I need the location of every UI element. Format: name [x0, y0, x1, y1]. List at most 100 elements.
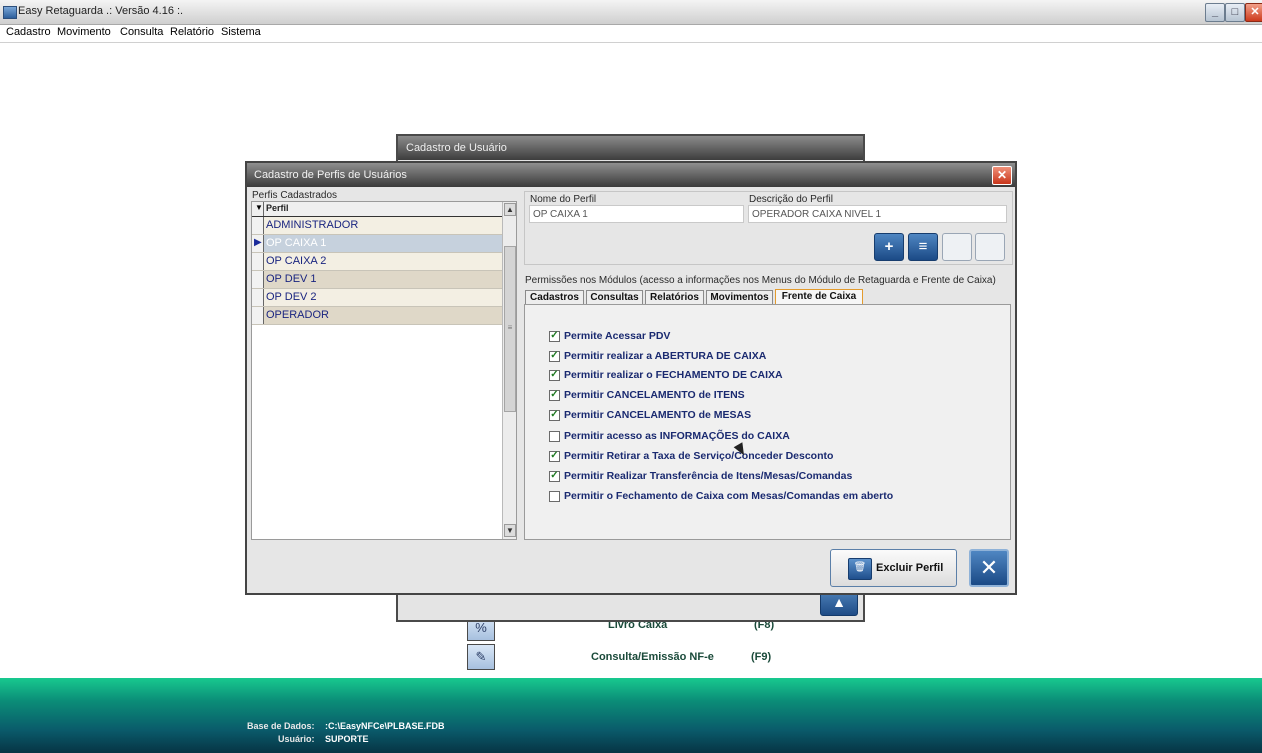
check-icon: ✓	[550, 409, 559, 420]
grid-scrollbar[interactable]: ▲ ≡ ▼	[502, 202, 516, 539]
perfis-dialog: Cadastro de Perfis de Usuários ✕ Perfis …	[245, 161, 1017, 595]
cadastro-usuario-title: Cadastro de Usuário	[406, 142, 507, 154]
plus-icon: +	[884, 238, 894, 255]
row-indicator	[252, 253, 264, 270]
dialog-close-button[interactable]: ✕	[992, 166, 1012, 185]
trash-icon: 🗑	[848, 558, 872, 580]
scroll-up-button[interactable]: ▲	[504, 203, 516, 216]
chevron-up-icon: ▲	[506, 205, 514, 214]
permission-label: Permitir CANCELAMENTO de ITENS	[564, 389, 745, 401]
scroll-down-button[interactable]: ▼	[504, 524, 516, 537]
tab-cadastros[interactable]: Cadastros	[525, 290, 584, 304]
tab-frente-de-caixa[interactable]: Frente de Caixa	[775, 289, 863, 304]
check-icon: ✓	[550, 450, 559, 461]
checkbox-unchecked[interactable]	[549, 491, 560, 502]
cancel-profile-button[interactable]	[975, 233, 1005, 261]
row-indicator	[252, 289, 264, 306]
profile-cell: OP DEV 1	[266, 273, 317, 285]
save-profile-button[interactable]	[942, 233, 972, 261]
consulta-nfe-shortcut[interactable]: ✎	[467, 644, 495, 670]
row-indicator	[252, 271, 264, 288]
tools-icon: ✕	[979, 555, 999, 580]
check-icon: ✓	[550, 470, 559, 481]
tab-movimentos[interactable]: Movimentos	[706, 290, 773, 304]
list-icon: ≡	[918, 238, 928, 255]
checkbox[interactable]: ✓	[549, 350, 560, 362]
profile-cell: OP DEV 2	[266, 291, 317, 303]
grip-icon: ≡	[507, 323, 513, 332]
table-row[interactable]: OP DEV 2	[252, 289, 502, 307]
menu-movimento[interactable]: Movimento	[57, 26, 111, 38]
check-icon: ✓	[550, 389, 559, 400]
consulta-nfe-key: (F9)	[751, 651, 772, 663]
perfil-column-header[interactable]: Perfil	[266, 203, 289, 213]
table-row[interactable]: ADMINISTRADOR	[252, 217, 502, 235]
grid-header: ▼ Perfil	[252, 202, 502, 217]
perfis-title: Cadastro de Perfis de Usuários	[254, 169, 407, 181]
tab-label: Movimentos	[710, 292, 769, 303]
current-row-icon: ▶	[254, 237, 262, 248]
cadastro-usuario-titlebar: Cadastro de Usuário	[398, 136, 863, 160]
check-icon: ✓	[550, 350, 559, 361]
row-indicator: ▶	[252, 235, 264, 252]
check-icon: ✓	[550, 369, 559, 380]
add-profile-button[interactable]: +	[874, 233, 904, 261]
tab-label: Relatórios	[650, 292, 699, 303]
profile-cell: OP CAIXA 1	[266, 237, 327, 249]
minimize-icon: _	[1211, 6, 1219, 18]
close-icon: ✕	[996, 168, 1008, 182]
chevron-down-icon: ▼	[506, 526, 514, 535]
usuario-value: SUPORTE	[325, 734, 369, 744]
permissoes-label: Permissões nos Módulos (acesso a informa…	[525, 275, 996, 286]
descricao-perfil-value: OPERADOR CAIXA NIVEL 1	[752, 209, 882, 220]
menu-sistema[interactable]: Sistema	[221, 26, 261, 38]
permission-label: Permitir realizar o FECHAMENTO DE CAIXA	[564, 369, 783, 381]
menu-relatorio[interactable]: Relatório	[170, 26, 214, 38]
permission-label: Permitir Retirar a Taxa de Serviço/Conce…	[564, 450, 834, 462]
status-bar: Base de Dados: :C:\EasyNFCe\PLBASE.FDB U…	[0, 678, 1262, 753]
profiles-grid[interactable]: ▼ Perfil ADMINISTRADOR ▶ OP CAIXA 1 OP C…	[251, 201, 517, 540]
edit-profile-button[interactable]: ≡	[908, 233, 938, 261]
checkbox[interactable]: ✓	[549, 470, 560, 482]
scroll-thumb[interactable]: ≡	[504, 246, 516, 412]
frente-de-caixa-panel: ✓ Permite Acessar PDV ✓ Permitir realiza…	[524, 304, 1011, 540]
base-dados-value: :C:\EasyNFCe\PLBASE.FDB	[325, 721, 445, 731]
checkbox[interactable]: ✓	[549, 369, 560, 381]
maximize-button[interactable]: □	[1225, 3, 1245, 22]
checkbox-unchecked[interactable]	[549, 431, 560, 442]
nome-perfil-label: Nome do Perfil	[530, 194, 597, 205]
base-dados-label: Base de Dados:	[247, 721, 315, 731]
menu-consulta[interactable]: Consulta	[120, 26, 163, 38]
permission-label: Permitir acesso as INFORMAÇÕES do CAIXA	[564, 430, 790, 442]
descricao-perfil-field[interactable]: OPERADOR CAIXA NIVEL 1	[748, 205, 1007, 223]
permission-label: Permite Acessar PDV	[564, 330, 671, 342]
exit-button[interactable]: ✕	[969, 549, 1009, 587]
permission-label: Permitir realizar a ABERTURA DE CAIXA	[564, 350, 767, 362]
tab-consultas[interactable]: Consultas	[586, 290, 643, 304]
table-row[interactable]: OP CAIXA 2	[252, 253, 502, 271]
document-edit-icon: ✎	[475, 649, 487, 664]
nome-perfil-field[interactable]: OP CAIXA 1	[529, 205, 744, 223]
perfis-titlebar: Cadastro de Perfis de Usuários ✕	[247, 163, 1015, 187]
permission-label: Permitir CANCELAMENTO de MESAS	[564, 409, 752, 421]
sort-indicator-icon[interactable]: ▼	[255, 203, 263, 212]
tab-relatorios[interactable]: Relatórios	[645, 290, 704, 304]
checkbox[interactable]: ✓	[549, 409, 560, 421]
menu-cadastro[interactable]: Cadastro	[6, 26, 51, 38]
close-icon: ✕	[1250, 6, 1260, 18]
consulta-nfe-label[interactable]: Consulta/Emissão NF-e	[591, 651, 714, 663]
row-indicator	[252, 307, 264, 324]
minimize-button[interactable]: _	[1205, 3, 1225, 22]
checkbox[interactable]: ✓	[549, 389, 560, 401]
table-row[interactable]: OPERADOR	[252, 307, 502, 325]
app-title: Easy Retaguarda .: Versão 4.16 :.	[18, 5, 184, 17]
checkbox[interactable]: ✓	[549, 450, 560, 462]
close-button[interactable]: ✕	[1245, 3, 1262, 22]
nome-perfil-value: OP CAIXA 1	[533, 209, 588, 220]
maximize-icon: □	[1231, 6, 1239, 18]
grid-header-separator	[263, 202, 264, 216]
excluir-perfil-button[interactable]: 🗑 Excluir Perfil	[830, 549, 957, 587]
table-row[interactable]: OP DEV 1	[252, 271, 502, 289]
checkbox[interactable]: ✓	[549, 330, 560, 342]
table-row-selected[interactable]: ▶ OP CAIXA 1	[252, 235, 502, 253]
